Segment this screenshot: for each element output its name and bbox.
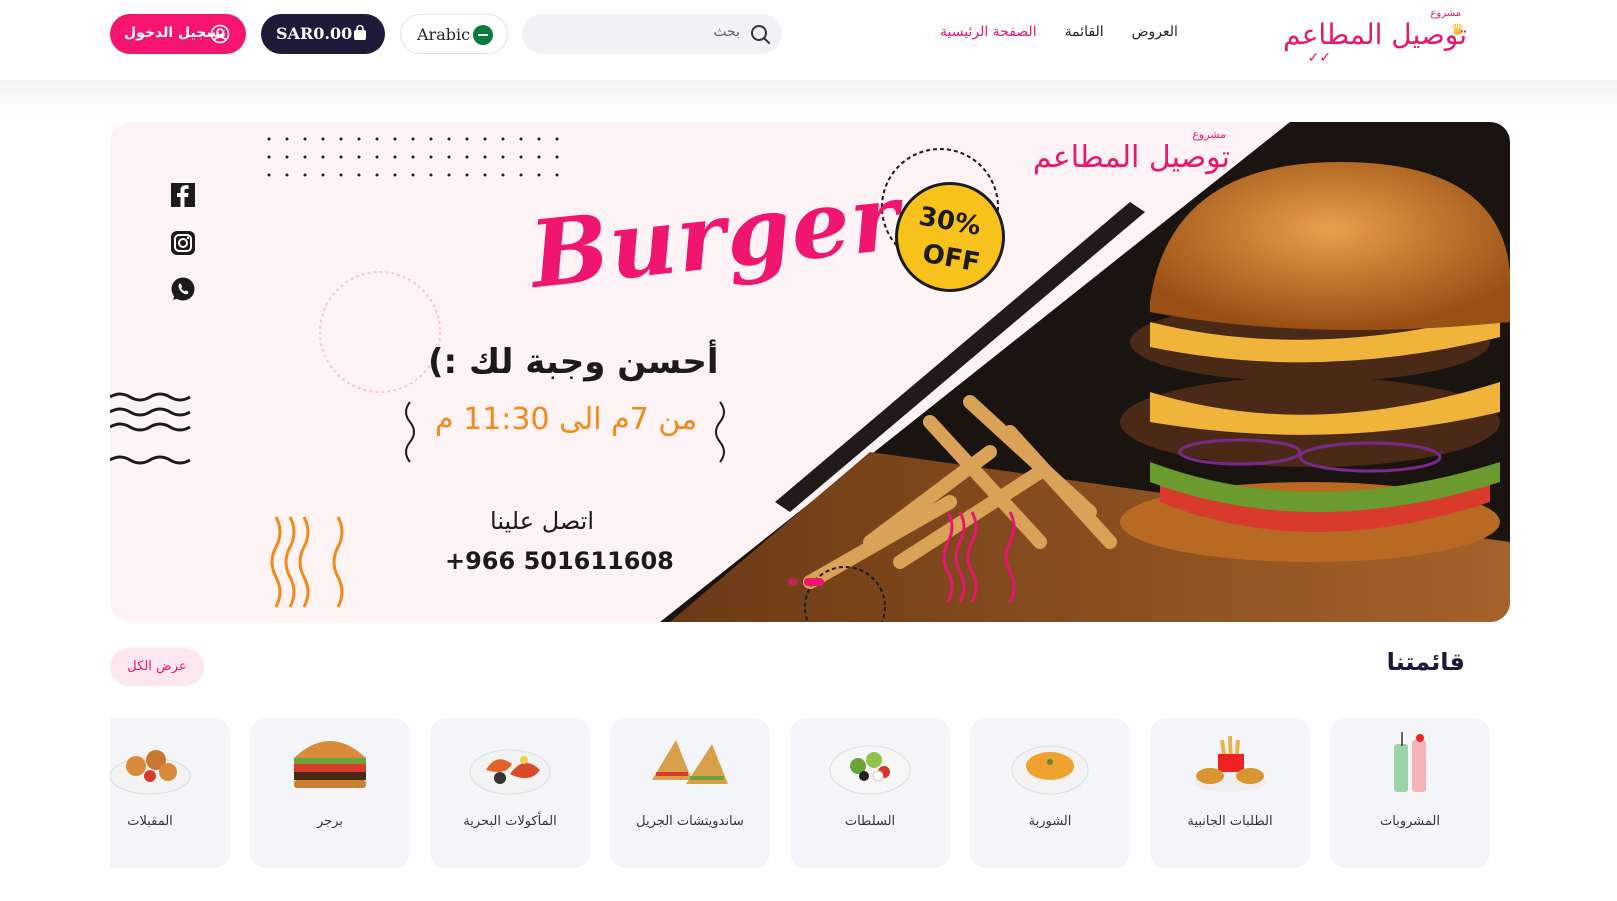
- slider-dot-active[interactable]: [804, 578, 824, 586]
- category-label: الطلبات الجانبية: [1187, 814, 1273, 829]
- login-button[interactable]: تسجيل الدخول: [110, 14, 246, 54]
- view-all-button[interactable]: عرض الكل: [110, 648, 204, 686]
- site-logo[interactable]: مشروع ♛ توصيل المطاعم ✓✓: [1283, 8, 1467, 68]
- header-shadow-band: [0, 80, 1617, 120]
- discount-off: OFF: [920, 238, 983, 279]
- decorative-dots: [260, 130, 560, 190]
- contact-phone: +966 501611608: [445, 547, 674, 575]
- category-card-sides[interactable]: الطلبات الجانبية: [1150, 718, 1310, 868]
- category-label: المقبلات: [127, 814, 173, 829]
- banner-hours: من 7م الى 11:30 م: [435, 402, 698, 437]
- language-selector[interactable]: Arabic: [400, 14, 508, 54]
- seafood-image: [469, 749, 551, 795]
- slider-dots: [788, 578, 824, 586]
- menu-section-title: قائمتنا: [1386, 648, 1465, 676]
- category-card-seafood[interactable]: المأكولات البحرية: [430, 718, 590, 868]
- cart-total: SAR0.00: [276, 24, 353, 43]
- category-label: ساندويتشات الجريل: [636, 814, 744, 829]
- category-card-burger[interactable]: برجر: [250, 718, 410, 868]
- category-card-soup[interactable]: الشوربة: [970, 718, 1130, 868]
- instagram-icon[interactable]: [170, 230, 196, 256]
- category-list: المشروبات الطلبات الجانبية الشوربة السلط…: [110, 718, 1510, 868]
- logo-main-text: توصيل المطاعم: [1283, 18, 1467, 51]
- nav-menu[interactable]: القائمة: [1065, 24, 1104, 40]
- slider-dot[interactable]: [788, 578, 798, 586]
- nav-home[interactable]: الصفحة الرئيسية: [940, 24, 1037, 40]
- shopping-bag-icon: [354, 25, 366, 40]
- category-label: برجر: [317, 814, 343, 829]
- user-circle-icon: [210, 24, 230, 44]
- hero-banner[interactable]: Burger 30% OFF أحسن وجبة لك :) من 7م الى…: [110, 122, 1510, 622]
- sides-image: [1194, 735, 1266, 792]
- search-placeholder: بحث: [713, 24, 740, 40]
- banner-logo-main-text: توصيل المطاعم: [1032, 140, 1230, 175]
- checkmark-icon: ✓✓: [1307, 50, 1331, 66]
- banner-logo: مشروع توصيل المطاعم: [1020, 128, 1230, 198]
- contact-label: اتصل علينا: [490, 507, 595, 535]
- facebook-icon[interactable]: [170, 182, 196, 208]
- nav-offers[interactable]: العروض: [1132, 24, 1178, 40]
- category-label: المأكولات البحرية: [463, 814, 557, 829]
- language-label: Arabic: [417, 25, 471, 44]
- category-label: السلطات: [844, 814, 896, 829]
- category-card-grill-sandwiches[interactable]: ساندويتشات الجريل: [610, 718, 770, 868]
- category-label: المشروبات: [1380, 814, 1440, 829]
- cart-button[interactable]: SAR0.00: [261, 14, 385, 54]
- category-card-appetizers[interactable]: المقبلات: [110, 718, 230, 868]
- search-icon: [751, 25, 770, 44]
- burger-image: [294, 741, 366, 788]
- drinks-image: [1394, 732, 1426, 792]
- appetizers-image: [110, 750, 191, 795]
- banner-tagline: أحسن وجبة لك :): [428, 342, 719, 382]
- soup-image: [1011, 745, 1089, 795]
- salad-image: [829, 745, 911, 795]
- search-input[interactable]: بحث: [522, 14, 782, 54]
- grill-sandwich-image: [652, 740, 728, 784]
- main-nav: الصفحة الرئيسية القائمة العروض: [940, 24, 1178, 40]
- discount-percent: 30%: [916, 201, 984, 242]
- site-header: مشروع ♛ توصيل المطاعم ✓✓ الصفحة الرئيسية…: [0, 0, 1617, 80]
- whatsapp-icon[interactable]: [170, 276, 196, 302]
- saudi-flag-icon: [473, 25, 493, 45]
- category-label: الشوربة: [1028, 814, 1072, 829]
- category-card-salads[interactable]: السلطات: [790, 718, 950, 868]
- category-card-drinks[interactable]: المشروبات: [1330, 718, 1490, 868]
